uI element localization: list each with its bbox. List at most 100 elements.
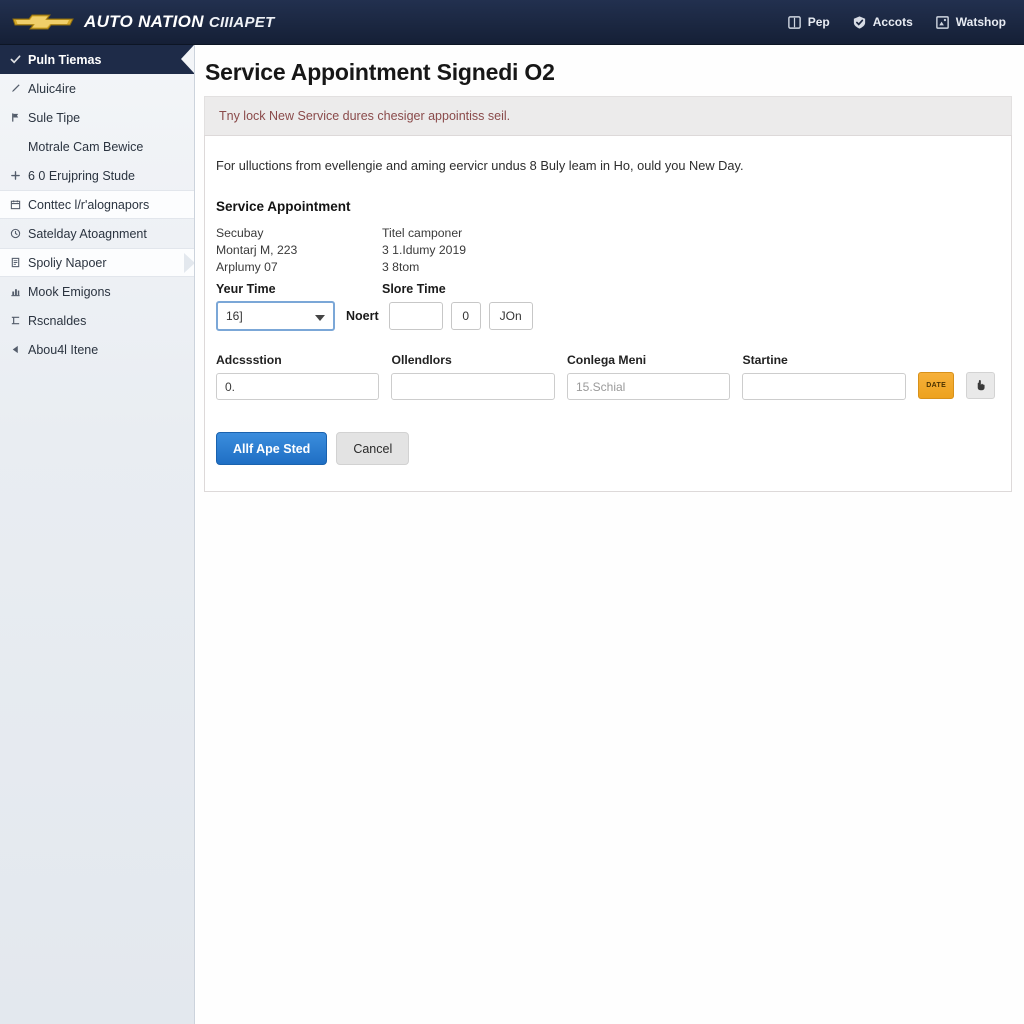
date-picker-button-label: DATE — [926, 382, 947, 389]
form-field-placeholder: 15.Schial — [575, 379, 626, 394]
sidebar-item-label: Aluic4ire — [28, 81, 76, 96]
main-content: Service Appointment Signedi O2 Tny lock … — [196, 45, 1024, 1024]
header-nav-item-watshop[interactable]: Watshop — [935, 15, 1006, 30]
clock-icon — [10, 228, 21, 239]
sidebar-item-motrale-cam-bewice[interactable]: Motrale Cam Bewice — [0, 132, 194, 161]
store-time-minute-box[interactable]: 0 — [450, 302, 481, 330]
pencil-icon — [12, 84, 20, 92]
info-column-left: Secubay Montarj M, 223 Arplumy 07 Yeur T… — [216, 225, 382, 301]
calendar-icon — [10, 200, 21, 210]
header-nav: Pep Accots Watshop — [787, 15, 1024, 30]
form-field-value: 0. — [225, 379, 236, 394]
date-picker-button[interactable]: DATE — [917, 372, 955, 399]
info-line: 3 8tom — [382, 260, 420, 274]
sidebar-item-rscnaldes[interactable]: Rscnaldes — [0, 306, 194, 335]
header-nav-label: Watshop — [955, 15, 1006, 29]
back-arrow-icon — [12, 345, 18, 354]
store-time-minute-value: 0 — [462, 309, 469, 323]
app-header: AUTO NATION CIIIAPET Pep Accots Watshop — [0, 0, 1024, 45]
hand-pointer-icon — [977, 380, 985, 391]
info-column-right: Titel camponer 3 1.Idumy 2019 3 8tom Slo… — [382, 225, 582, 301]
sidebar-item-satelday-atoagnment[interactable]: Satelday Atoagnment — [0, 219, 194, 248]
header-nav-label: Accots — [872, 15, 913, 29]
form-field-label: Conlega Meni — [566, 353, 647, 367]
sidebar-item-label: Motrale Cam Bewice — [28, 139, 144, 154]
form-field-input[interactable]: 15.Schial — [566, 373, 731, 400]
form-field-input[interactable] — [391, 373, 555, 400]
your-time-select-value: 16] — [226, 309, 243, 323]
sidebar-item-label: Abou4l Itene — [28, 342, 99, 357]
brand-text: AUTO NATION CIIIAPET — [84, 12, 275, 32]
form-field-label: Ollendlors — [391, 353, 452, 367]
info-line: Titel camponer — [382, 226, 463, 240]
shield-check-icon — [853, 15, 865, 29]
sidebar-item-mook-emigons[interactable]: Mook Emigons — [0, 277, 194, 306]
pick-action-button[interactable] — [966, 372, 995, 399]
time-controls-row: 16] Noert 0 JOn — [216, 301, 995, 331]
sidebar-item-label: 6 0 Erujpring Stude — [28, 168, 136, 183]
info-line: Secubay — [216, 226, 264, 240]
sidebar-item-sule-tipe[interactable]: Sule Tipe — [0, 103, 194, 132]
form-field-label: Startine — [742, 353, 788, 367]
submit-button[interactable]: Allf Ape Sted — [216, 432, 328, 465]
page-title: Service Appointment Signedi O2 — [205, 59, 555, 85]
info-line: 3 1.Idumy 2019 — [382, 243, 467, 257]
window-icon — [935, 15, 949, 29]
chart-icon — [11, 289, 20, 297]
form-field-label: Adcssstion — [216, 353, 282, 367]
sidebar-item-spoliy-napoer[interactable]: Spoliy Napoer — [0, 248, 194, 277]
sidebar-item-label: Conttec l/r'alognapors — [28, 197, 150, 212]
your-time-label: Yeur Time — [216, 282, 276, 296]
submit-button-label: Allf Ape Sted — [233, 441, 311, 456]
brand-secondary: CIIIAPET — [208, 14, 275, 31]
brand-primary: AUTO NATION — [84, 12, 204, 31]
sidebar-item-label: Spoliy Napoer — [28, 255, 107, 270]
sidebar-item-aluic4ire[interactable]: Aluic4ire — [0, 74, 194, 103]
alert-banner: Tny lock New Service dures chesiger appo… — [204, 96, 1012, 135]
form-fields-row: Adcssstion 0. Ollendlors Conlega Meni 15… — [216, 353, 995, 400]
section-title: Service Appointment — [216, 199, 351, 214]
brand-logo[interactable]: AUTO NATION CIIIAPET — [0, 12, 275, 32]
check-icon — [10, 55, 21, 64]
appointment-info: Secubay Montarj M, 223 Arplumy 07 Yeur T… — [216, 225, 995, 301]
info-line: Montarj M, 223 — [216, 243, 298, 257]
sidebar-item-label: Mook Emigons — [28, 284, 111, 299]
your-time-select[interactable]: 16] — [216, 301, 335, 331]
flag-icon — [12, 113, 19, 122]
form-field-ollendlors: Ollendlors — [391, 353, 555, 400]
content-card: For ulluctions from evellengie and aming… — [204, 135, 1012, 492]
store-time-input[interactable] — [388, 302, 443, 330]
store-time-label: Slore Time — [382, 282, 446, 296]
chevrolet-bowtie-icon — [12, 14, 74, 30]
header-nav-item-pep[interactable]: Pep — [787, 15, 830, 30]
sidebar-item-puln-tiemas[interactable]: Puln Tiemas — [0, 45, 194, 74]
sidebar-item-label: Puln Tiemas — [28, 52, 102, 67]
noert-label: Noert — [346, 309, 379, 323]
sidebar-item-label: Rscnaldes — [28, 313, 87, 328]
header-nav-item-accots[interactable]: Accots — [852, 15, 913, 30]
sidebar-item-erujpring-stude[interactable]: 6 0 Erujpring Stude — [0, 161, 194, 190]
form-field-conlega-meni: Conlega Meni 15.Schial — [566, 353, 731, 400]
plus-icon — [11, 171, 20, 180]
form-field-input[interactable]: 0. — [216, 373, 380, 400]
report-icon — [11, 257, 20, 268]
sidebar-item-label: Satelday Atoagnment — [28, 226, 147, 241]
sidebar: Puln Tiemas Aluic4ire Sule Tipe Motrale … — [0, 45, 195, 1024]
tools-icon — [11, 316, 20, 325]
store-time-meridiem-box[interactable]: JOn — [488, 302, 533, 330]
form-field-input[interactable] — [742, 373, 906, 400]
book-icon — [787, 15, 801, 29]
store-time-meridiem-value: JOn — [499, 309, 522, 323]
chevron-down-icon — [315, 315, 325, 321]
info-line: Arplumy 07 — [216, 260, 278, 274]
cancel-button-label: Cancel — [353, 441, 393, 456]
sidebar-item-aboual-itene[interactable]: Abou4l Itene — [0, 335, 194, 364]
form-field-adcssstion: Adcssstion 0. — [216, 353, 380, 400]
form-field-startine: Startine — [742, 353, 906, 400]
form-actions: Allf Ape Sted Cancel — [216, 432, 995, 465]
intro-text: For ulluctions from evellengie and aming… — [216, 158, 744, 173]
cancel-button[interactable]: Cancel — [336, 432, 410, 465]
sidebar-item-conttec-alognapors[interactable]: Conttec l/r'alognapors — [0, 190, 194, 219]
header-nav-label: Pep — [807, 15, 830, 29]
sidebar-item-label: Sule Tipe — [28, 110, 81, 125]
